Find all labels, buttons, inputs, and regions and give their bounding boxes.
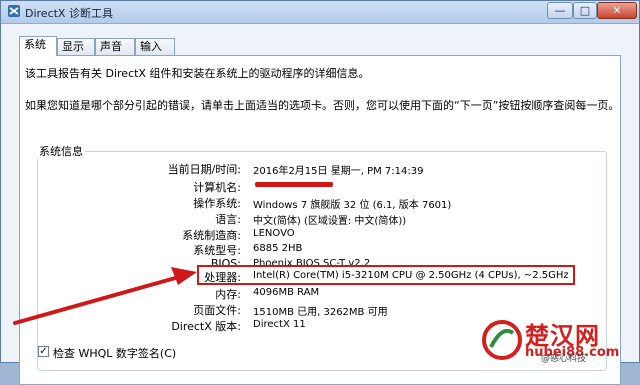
watermark-sub: @惑心科技 [541, 354, 587, 364]
whql-checkbox-label[interactable]: 检查 WHQL 数字签名(C) [53, 345, 176, 361]
whql-checkbox[interactable]: ✓ [38, 346, 49, 357]
watermark-logo-icon [482, 320, 522, 360]
tab-system[interactable]: 系统 [19, 36, 57, 56]
dxdiag-window: DirectX 诊断工具 — □ ✕ 系统 显示 声音 输入 该工具报告有关 D… [0, 0, 640, 385]
red-arrow-annotation [13, 267, 197, 325]
